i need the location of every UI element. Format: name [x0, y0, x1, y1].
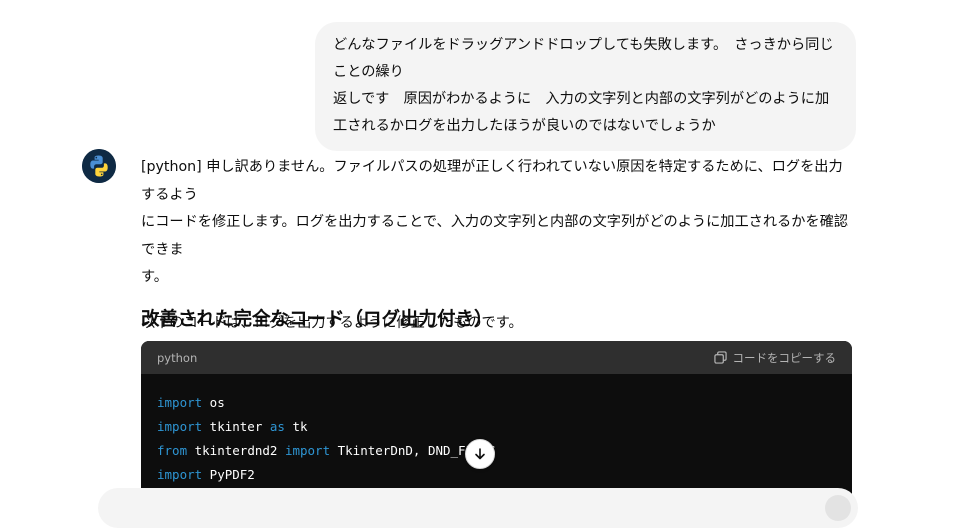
- assistant-text-line: にコードを修正します。ログを出力することで、入力の文字列と内部の文字列がどのよう…: [141, 214, 848, 258]
- code-block-header: python コードをコピーする: [141, 341, 852, 374]
- code-text: tkinterdnd2: [187, 443, 285, 458]
- user-message-line: 工されるかログを出力したほうが良いのではないでしょうか: [333, 118, 716, 134]
- user-message-line: どんなファイルをドラッグアンドドロップしても失敗します。 さっきから同じことの繰…: [333, 37, 834, 80]
- user-message-bubble: どんなファイルをドラッグアンドドロップしても失敗します。 さっきから同じことの繰…: [315, 22, 856, 151]
- code-keyword: import: [157, 419, 203, 434]
- code-text: os: [202, 395, 225, 410]
- message-composer[interactable]: [98, 488, 858, 528]
- arrow-down-icon: [475, 448, 485, 460]
- copy-code-button[interactable]: コードをコピーする: [713, 350, 837, 366]
- user-message-line: 返しです 原因がわかるように 入力の文字列と内部の文字列がどのように加: [333, 91, 830, 107]
- composer-send-button[interactable]: [825, 495, 851, 521]
- code-text: PyPDF2: [202, 467, 255, 482]
- copy-code-label: コードをコピーする: [732, 350, 837, 365]
- code-keyword: from: [157, 443, 188, 458]
- assistant-text-line: す。: [141, 269, 168, 285]
- scroll-to-bottom-button[interactable]: [465, 439, 495, 469]
- code-line: import tkinter as tk: [157, 415, 836, 439]
- code-keyword: import: [284, 443, 331, 458]
- code-body: import os import tkinter as tk from tkinte…: [141, 374, 852, 487]
- copy-icon: [713, 351, 727, 364]
- code-keyword: import: [157, 467, 203, 482]
- section-heading: 改善された完全なコード（ログ出力付き）: [141, 309, 493, 330]
- code-text: tk: [284, 419, 308, 434]
- code-line: import os: [157, 391, 836, 415]
- code-line: import PyPDF2: [157, 463, 836, 487]
- code-language-label: python: [157, 350, 198, 365]
- code-line: from tkinterdnd2 import TkinterDnD, DND_…: [157, 439, 836, 463]
- code-keyword: as: [269, 419, 285, 434]
- assistant-paragraph: [python] 申し訳ありません。ファイルパスの処理が正しく行われていない原因…: [141, 154, 853, 292]
- code-keyword: import: [157, 395, 203, 410]
- code-text: tkinter: [202, 419, 270, 434]
- code-block: python コードをコピーする import os import tkinter…: [141, 341, 852, 511]
- python-logo-icon: [82, 149, 116, 183]
- assistant-avatar: [82, 149, 116, 183]
- assistant-text-line: [python] 申し訳ありません。ファイルパスの処理が正しく行われていない原因…: [141, 159, 843, 203]
